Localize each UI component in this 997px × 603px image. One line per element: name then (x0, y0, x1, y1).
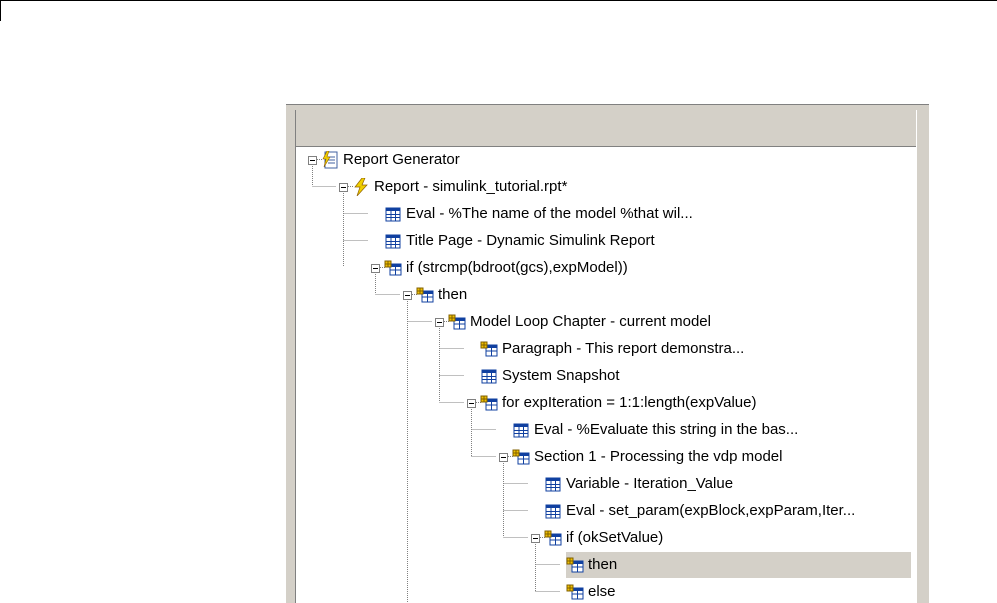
tree-node-label: Variable - Iteration_Value (566, 475, 734, 492)
tree-node-label: if (strcmp(bdroot(gcs),expModel)) (406, 259, 628, 276)
component-icon (385, 207, 401, 222)
tree-node-else[interactable]: else (566, 579, 618, 603)
tree-node-for-loop[interactable]: for expIteration = 1:1:length(expValue) (467, 390, 758, 416)
tree-node-label: Model Loop Chapter - current model (470, 313, 711, 330)
tree-node-label: Paragraph - This report demonstra... (502, 340, 745, 357)
collapse-toggle-icon[interactable] (308, 155, 317, 165)
tree-node-label: Eval - %Evaluate this string in the bas.… (534, 421, 799, 438)
panel-top-edge (286, 104, 929, 108)
logical-component-icon (416, 287, 434, 303)
component-icon (545, 477, 561, 492)
tree-node-label: else (588, 583, 616, 600)
tree-node-label: then (588, 556, 618, 573)
collapse-toggle-icon[interactable] (467, 398, 476, 408)
tree-node-label: Title Page - Dynamic Simulink Report (406, 232, 655, 249)
collapse-toggle-icon[interactable] (435, 317, 444, 327)
component-icon (481, 369, 497, 384)
logical-component-icon (512, 449, 530, 465)
tree-node-label: Eval - set_param(expBlock,expParam,Iter.… (566, 502, 856, 519)
report-icon (354, 178, 368, 196)
tree-node-label: Report Generator (343, 151, 460, 168)
tree-node-label: for expIteration = 1:1:length(expValue) (502, 394, 757, 411)
tree-node-label: Eval - %The name of the model %that wil.… (406, 205, 693, 222)
tree-node-then[interactable]: then (403, 282, 469, 308)
tree-node-label: then (438, 286, 468, 303)
logical-component-icon (544, 530, 562, 546)
component-icon (513, 423, 529, 438)
report-generator-icon (322, 151, 338, 169)
collapse-toggle-icon[interactable] (499, 452, 508, 462)
tree-node-if-strcmp[interactable]: if (strcmp(bdroot(gcs),expModel)) (371, 255, 630, 281)
tree-node-label: Section 1 - Processing the vdp model (534, 448, 783, 465)
document-top-rule (0, 0, 997, 21)
component-icon (545, 504, 561, 519)
tree-node-paragraph[interactable]: Paragraph - This report demonstra... (480, 336, 746, 362)
tree-node-title-page[interactable]: Title Page - Dynamic Simulink Report (384, 228, 657, 254)
report-outline-tree[interactable]: Report Generator Report - simulink_tutor… (295, 146, 916, 603)
logical-component-icon (566, 557, 584, 573)
outline-header-bar (295, 110, 916, 146)
tree-node-eval-model-name[interactable]: Eval - %The name of the model %that wil.… (384, 201, 695, 227)
report-explorer-panel: Report Generator Report - simulink_tutor… (286, 104, 929, 603)
tree-node-model-loop-chapter[interactable]: Model Loop Chapter - current model (435, 309, 713, 335)
component-icon (385, 234, 401, 249)
collapse-toggle-icon[interactable] (339, 182, 348, 192)
tree-node-label: System Snapshot (502, 367, 620, 384)
tree-node-if-oksetvalue[interactable]: if (okSetValue) (531, 525, 665, 551)
panel-right-edge (916, 110, 929, 603)
tree-node-section-1[interactable]: Section 1 - Processing the vdp model (499, 444, 784, 470)
logical-component-icon (480, 341, 498, 357)
collapse-toggle-icon[interactable] (531, 533, 540, 543)
tree-node-label: Report - simulink_tutorial.rpt* (374, 178, 568, 195)
tree-node-report[interactable]: Report - simulink_tutorial.rpt* (339, 174, 569, 200)
collapse-toggle-icon[interactable] (371, 263, 380, 273)
tree-node-system-snapshot[interactable]: System Snapshot (480, 363, 622, 389)
tree-node-eval-set-param[interactable]: Eval - set_param(expBlock,expParam,Iter.… (544, 498, 857, 524)
tree-node-label: if (okSetValue) (566, 529, 664, 546)
logical-component-icon (480, 395, 498, 411)
tree-node-then-selected[interactable]: then (566, 552, 911, 578)
logical-component-icon (384, 260, 402, 276)
collapse-toggle-icon[interactable] (403, 290, 412, 300)
tree-node-variable-iteration[interactable]: Variable - Iteration_Value (544, 471, 735, 497)
logical-component-icon (448, 314, 466, 330)
logical-component-icon (566, 584, 584, 600)
tree-node-report-generator[interactable]: Report Generator (308, 147, 462, 173)
tree-node-eval-evaluate-string[interactable]: Eval - %Evaluate this string in the bas.… (512, 417, 800, 443)
